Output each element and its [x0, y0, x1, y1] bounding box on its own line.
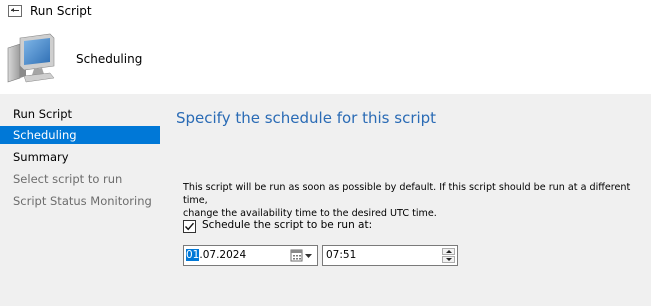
header-title: Scheduling — [76, 52, 143, 66]
schedule-checkbox[interactable] — [183, 220, 196, 233]
main-panel: Specify the schedule for this script Thi… — [161, 94, 651, 306]
script-window-icon — [8, 5, 22, 17]
description-line-1: This script will be run as soon as possi… — [183, 182, 631, 206]
spin-up-button[interactable] — [442, 248, 455, 255]
date-month-year: .07.2024 — [199, 249, 247, 261]
schedule-checkbox-label[interactable]: Schedule the script to be run at: — [202, 219, 372, 231]
calendar-dropdown-icon[interactable] — [290, 249, 314, 262]
date-day-selected: 01 — [186, 249, 200, 261]
spin-down-button[interactable] — [442, 256, 455, 263]
checkmark-icon — [184, 222, 195, 231]
sidebar-item-run-script[interactable]: Run Script — [0, 105, 160, 123]
schedule-description: This script will be run as soon as possi… — [183, 181, 643, 220]
time-value[interactable]: 07:51 — [326, 248, 356, 263]
wizard-header: Scheduling — [0, 26, 651, 94]
computer-icon — [7, 33, 55, 83]
time-spinner[interactable] — [442, 248, 455, 263]
date-picker[interactable]: 01.07.2024 — [183, 245, 318, 266]
sidebar-item-scheduling[interactable]: Scheduling — [0, 126, 160, 144]
title-bar: Run Script — [0, 0, 651, 26]
wizard-sidebar: Run Script Scheduling Summary Select scr… — [0, 94, 161, 306]
sidebar-item-select-script: Select script to run — [13, 172, 123, 186]
sidebar-item-script-status-monitoring: Script Status Monitoring — [13, 194, 152, 208]
page-heading: Specify the schedule for this script — [176, 109, 437, 127]
date-value[interactable]: 01.07.2024 — [186, 248, 246, 263]
sidebar-item-summary[interactable]: Summary — [0, 148, 160, 166]
time-picker[interactable]: 07:51 — [322, 245, 458, 266]
window-title: Run Script — [30, 4, 92, 18]
